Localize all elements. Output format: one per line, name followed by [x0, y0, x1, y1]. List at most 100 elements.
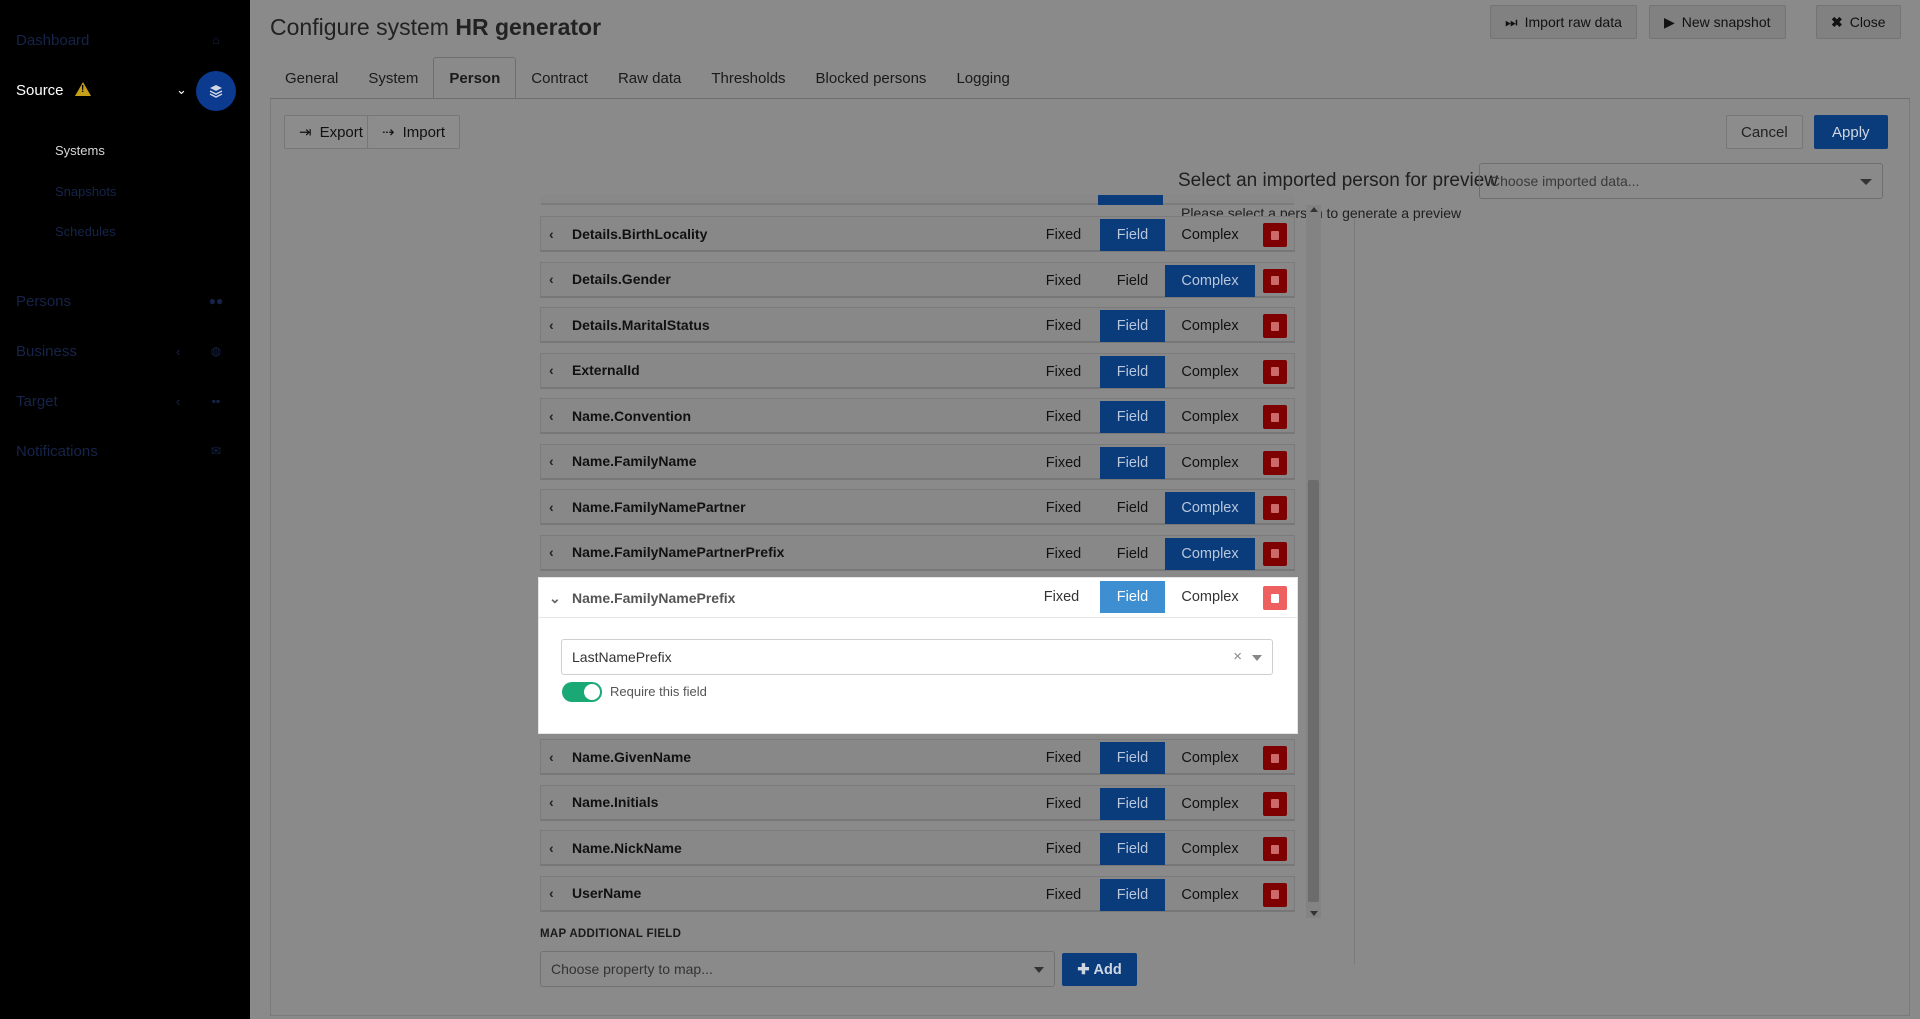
chevron-left-icon[interactable]: ‹ [549, 226, 554, 242]
sidebar-subitem-snapshots[interactable]: Snapshots [55, 184, 116, 199]
chevron-left-icon[interactable]: ‹ [549, 271, 554, 287]
chevron-left-icon[interactable]: ‹ [549, 499, 554, 515]
tab-raw-data[interactable]: Raw data [603, 57, 696, 99]
delete-mapping-button[interactable] [1263, 405, 1287, 429]
require-field-toggle[interactable] [562, 682, 602, 702]
mode-complex-button[interactable]: Complex [1165, 788, 1255, 820]
delete-mapping-button[interactable] [1263, 314, 1287, 338]
sidebar-subitem-systems[interactable]: Systems [55, 143, 105, 158]
mode-fixed-button[interactable]: Fixed [1031, 833, 1096, 865]
mode-field-button[interactable]: Field [1100, 401, 1165, 433]
mode-fixed-button[interactable]: Fixed [1031, 879, 1096, 911]
mapping-list-scrollbar[interactable] [1306, 205, 1321, 918]
mode-complex-button[interactable]: Complex [1165, 264, 1255, 297]
preview-person-select[interactable]: Choose imported data... [1479, 163, 1883, 199]
scroll-down-icon[interactable] [1310, 911, 1318, 916]
mode-complex-button[interactable]: Complex [1165, 447, 1255, 479]
mode-complex-button[interactable]: Complex [1165, 401, 1255, 433]
delete-mapping-button[interactable] [1263, 268, 1287, 293]
mode-fixed-button[interactable]: Fixed [1031, 538, 1096, 570]
chevron-left-icon[interactable]: ‹ [549, 544, 554, 560]
sidebar-item-business[interactable]: Business ‹ ◍ [0, 331, 250, 371]
mode-field-button[interactable]: Field [1100, 742, 1165, 774]
chevron-left-icon[interactable]: ‹ [549, 749, 554, 765]
chevron-left-icon[interactable]: ‹ [549, 408, 554, 424]
mapping-row[interactable]: ‹ Name.Initials Fixed Field Complex [540, 784, 1295, 821]
mapping-row[interactable]: ‹ Name.FamilyName Fixed Field Complex [540, 443, 1295, 480]
sidebar-item-target[interactable]: Target ‹ ▪▪ [0, 381, 250, 421]
mode-fixed-button[interactable]: Fixed [1031, 219, 1096, 251]
map-property-select[interactable]: Choose property to map... [540, 951, 1055, 987]
scrollbar-thumb[interactable] [1308, 480, 1319, 902]
chevron-left-icon[interactable]: ‹ [549, 362, 554, 378]
mode-fixed-button[interactable]: Fixed [1031, 447, 1096, 479]
mode-complex-button[interactable]: Complex [1165, 310, 1255, 342]
mode-field-button[interactable]: Field [1100, 310, 1165, 342]
source-field-select[interactable]: LastNamePrefix × [561, 639, 1273, 675]
delete-mapping-button[interactable] [1263, 541, 1287, 566]
sidebar-item-source[interactable]: Source ⌄ [0, 70, 250, 111]
mode-fixed-button[interactable]: Fixed [1031, 788, 1096, 820]
mode-complex-button[interactable]: Complex [1165, 356, 1255, 388]
mode-fixed-button[interactable]: Fixed [1031, 265, 1096, 297]
delete-mapping-button[interactable] [1263, 882, 1287, 907]
mode-complex-button[interactable]: Complex [1165, 581, 1255, 613]
tab-person[interactable]: Person [433, 57, 517, 99]
sidebar-item-persons[interactable]: Persons ●● [0, 281, 250, 321]
chevron-left-icon[interactable]: ‹ [549, 840, 554, 856]
tab-general[interactable]: General [270, 57, 353, 99]
mapping-row[interactable]: ‹ Details.Gender Fixed Field Complex [540, 261, 1295, 298]
delete-mapping-button[interactable] [1263, 496, 1287, 520]
scroll-up-icon[interactable] [1310, 207, 1318, 212]
cancel-button[interactable]: Cancel [1726, 115, 1803, 149]
close-button[interactable]: ✖ Close [1816, 5, 1901, 39]
tab-system[interactable]: System [353, 57, 433, 99]
chevron-down-icon[interactable]: ⌄ [549, 590, 561, 607]
caret-down-icon[interactable] [1252, 655, 1262, 661]
delete-mapping-button[interactable] [1263, 450, 1287, 475]
mode-fixed-button[interactable]: Fixed [1031, 401, 1096, 433]
mapping-row[interactable]: ‹ Name.Convention Fixed Field Complex [540, 398, 1295, 434]
mode-field-button[interactable]: Field [1100, 878, 1165, 911]
mode-field-button[interactable]: Field [1100, 492, 1165, 524]
mode-field-button[interactable]: Field [1100, 265, 1165, 297]
tab-thresholds[interactable]: Thresholds [696, 57, 800, 99]
mapping-row[interactable]: ‹ ExternalId Fixed Field Complex [540, 352, 1295, 389]
mode-complex-button[interactable]: Complex [1165, 537, 1255, 570]
sidebar-item-dashboard[interactable]: Dashboard ⌂ [0, 20, 250, 60]
mode-fixed-button[interactable]: Fixed [1031, 742, 1096, 774]
sidebar-subitem-schedules[interactable]: Schedules [55, 224, 116, 239]
mode-field-button[interactable]: Field [1100, 787, 1165, 820]
mode-complex-button[interactable]: Complex [1165, 742, 1255, 774]
mode-complex-button[interactable]: Complex [1165, 833, 1255, 865]
tab-blocked-persons[interactable]: Blocked persons [801, 57, 942, 99]
mapping-row[interactable]: ‹ UserName Fixed Field Complex [540, 875, 1295, 912]
chevron-left-icon[interactable]: ‹ [549, 885, 554, 901]
mode-complex-button[interactable]: Complex [1165, 879, 1255, 911]
mode-field-button[interactable]: Field [1100, 581, 1165, 613]
mapping-row-header[interactable]: ⌄ Name.FamilyNamePrefix Fixed Field Comp… [539, 578, 1297, 618]
mode-complex-button[interactable]: Complex [1165, 492, 1255, 524]
export-button[interactable]: ⇥ Export [284, 115, 378, 149]
tab-logging[interactable]: Logging [941, 57, 1024, 99]
chevron-left-icon[interactable]: ‹ [549, 794, 554, 810]
chevron-left-icon[interactable]: ‹ [549, 453, 554, 469]
sidebar-item-notifications[interactable]: Notifications ✉ [0, 431, 250, 471]
delete-mapping-button[interactable] [1263, 359, 1287, 384]
mode-field-button[interactable]: Field [1100, 446, 1165, 479]
import-button[interactable]: ⇢ Import [367, 115, 461, 149]
delete-mapping-button[interactable] [1263, 791, 1287, 816]
clear-icon[interactable]: × [1233, 648, 1242, 665]
mode-fixed-button[interactable]: Fixed [1031, 310, 1096, 342]
mode-field-button[interactable]: Field [1100, 538, 1165, 570]
mode-field-button[interactable]: Field [1100, 355, 1165, 388]
mode-field-button[interactable]: Field [1100, 833, 1165, 865]
apply-button[interactable]: Apply [1814, 115, 1888, 149]
delete-mapping-button[interactable] [1263, 586, 1287, 610]
import-raw-data-button[interactable]: ⏭ Import raw data [1490, 5, 1637, 39]
delete-mapping-button[interactable] [1263, 223, 1287, 247]
mapping-row[interactable]: ‹ Name.FamilyNamePartnerPrefix Fixed Field C… [540, 534, 1295, 571]
tab-contract[interactable]: Contract [516, 57, 603, 99]
mode-fixed-button[interactable]: Fixed [1031, 492, 1096, 524]
new-snapshot-button[interactable]: ▶ New snapshot [1649, 5, 1786, 39]
